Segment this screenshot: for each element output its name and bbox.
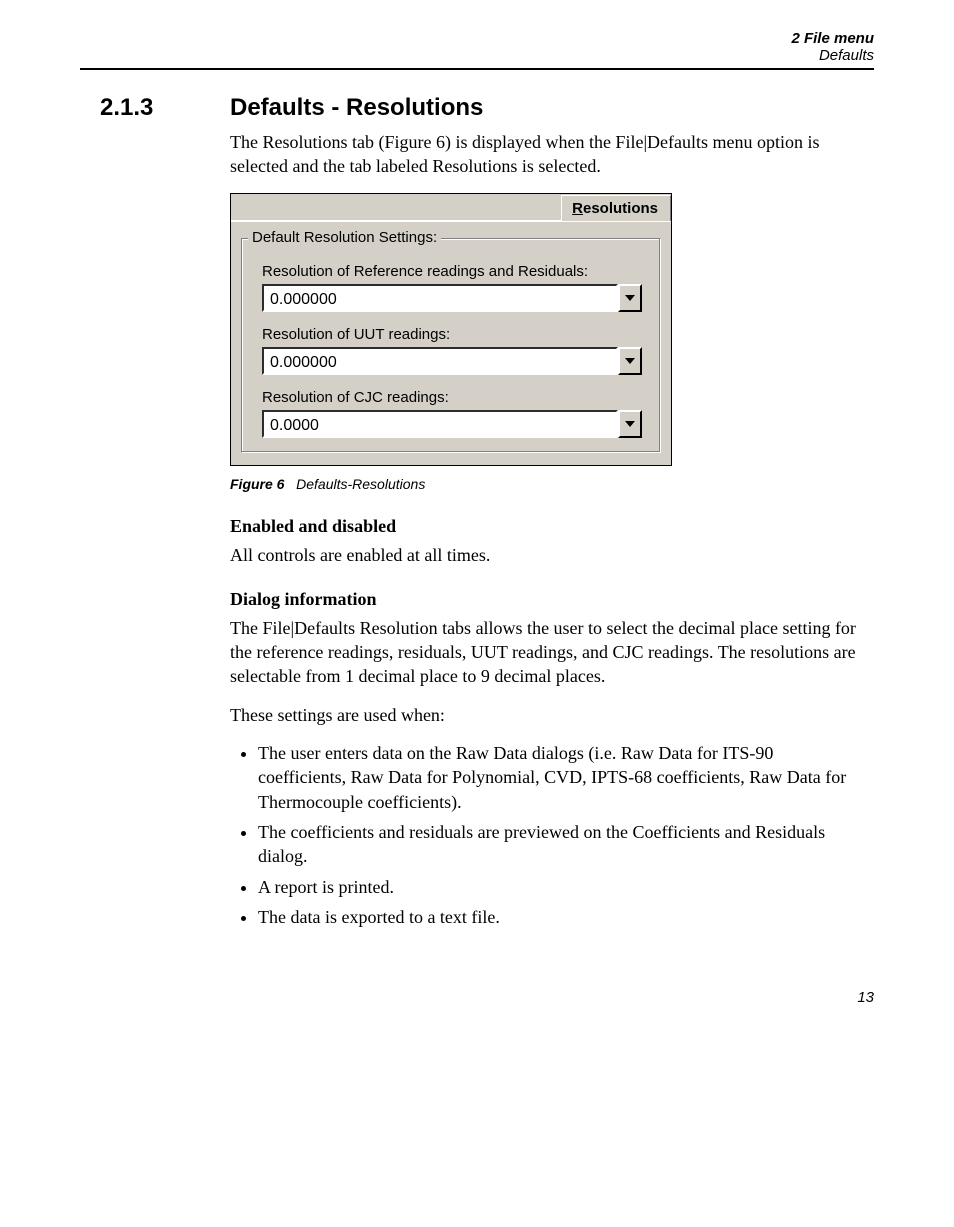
enabled-heading: Enabled and disabled — [230, 516, 860, 537]
chevron-down-icon[interactable] — [618, 284, 642, 312]
figure-number: Figure 6 — [230, 476, 284, 492]
list-item: The coefficients and residuals are previ… — [258, 820, 860, 869]
dialog-info-text: The File|Defaults Resolution tabs allows… — [230, 616, 860, 689]
cjc-resolution-combo[interactable]: 0.0000 — [262, 410, 642, 438]
tab-label-rest: esolutions — [583, 200, 658, 217]
chevron-down-icon[interactable] — [618, 347, 642, 375]
settings-list: The user enters data on the Raw Data dia… — [258, 741, 860, 929]
figure-6: Resolutions Default Resolution Settings:… — [230, 193, 860, 466]
page-number: 13 — [80, 989, 874, 1006]
figure-title: Defaults-Resolutions — [296, 476, 425, 492]
field-label-cjc: Resolution of CJC readings: — [262, 389, 646, 406]
dialog-info-heading: Dialog information — [230, 589, 860, 610]
list-item: The user enters data on the Raw Data dia… — [258, 741, 860, 814]
settings-lead: These settings are used when: — [230, 703, 860, 727]
chevron-down-icon[interactable] — [618, 410, 642, 438]
cjc-resolution-value[interactable]: 0.0000 — [262, 410, 618, 438]
default-resolution-group: Default Resolution Settings: Resolution … — [241, 238, 661, 453]
list-item: The data is exported to a text file. — [258, 905, 860, 929]
figure-caption: Figure 6 Defaults-Resolutions — [230, 476, 860, 492]
reference-resolution-combo[interactable]: 0.000000 — [262, 284, 642, 312]
section-title: Defaults - Resolutions — [230, 94, 483, 122]
uut-resolution-value[interactable]: 0.000000 — [262, 347, 618, 375]
tab-strip: Resolutions — [231, 194, 671, 221]
section-heading: 2.1.3 Defaults - Resolutions — [80, 94, 874, 122]
list-item: A report is printed. — [258, 875, 860, 899]
dialog-body: Default Resolution Settings: Resolution … — [231, 221, 671, 465]
tab-mnemonic: R — [572, 200, 583, 217]
header-rule — [80, 68, 874, 70]
tab-resolutions[interactable]: Resolutions — [561, 195, 671, 221]
uut-resolution-combo[interactable]: 0.000000 — [262, 347, 642, 375]
field-label-uut: Resolution of UUT readings: — [262, 326, 646, 343]
intro-paragraph: The Resolutions tab (Figure 6) is displa… — [230, 130, 860, 179]
resolutions-dialog: Resolutions Default Resolution Settings:… — [230, 193, 672, 466]
field-label-reference: Resolution of Reference readings and Res… — [262, 263, 646, 280]
enabled-text: All controls are enabled at all times. — [230, 543, 860, 567]
group-title: Default Resolution Settings: — [248, 229, 441, 246]
header-line-2: Defaults — [80, 47, 874, 64]
running-header: 2 File menu Defaults — [80, 30, 874, 64]
reference-resolution-value[interactable]: 0.000000 — [262, 284, 618, 312]
header-line-1: 2 File menu — [80, 30, 874, 47]
section-number: 2.1.3 — [80, 94, 230, 122]
